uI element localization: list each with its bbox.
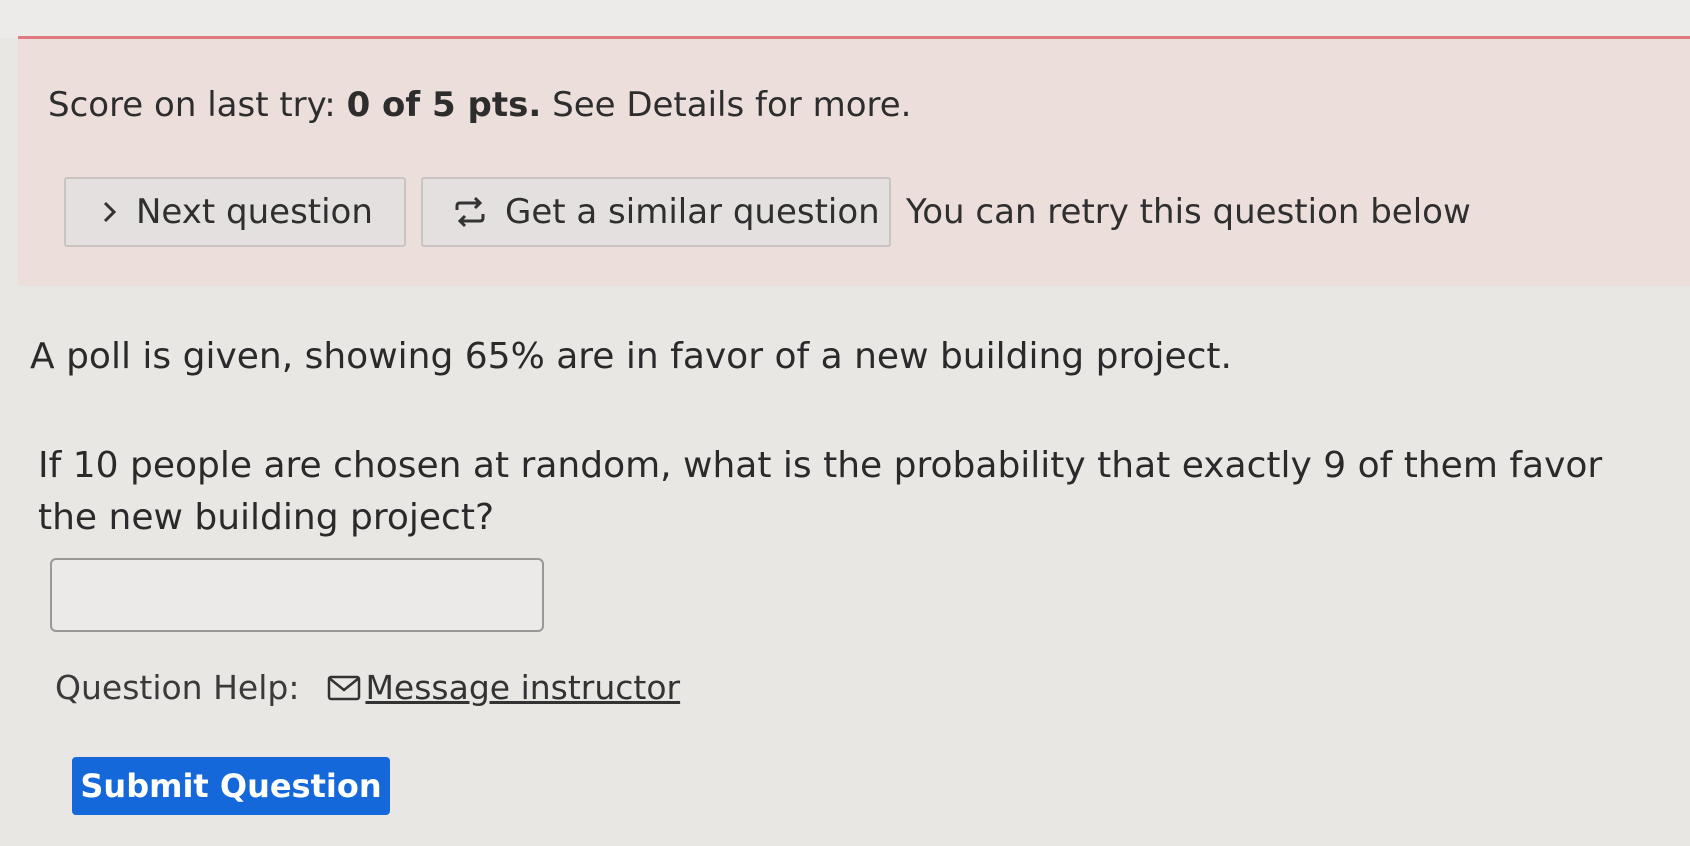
question-prompt: If 10 people are chosen at random, what … xyxy=(38,445,1603,538)
top-strip xyxy=(0,0,1690,38)
submit-question-button[interactable]: Submit Question xyxy=(72,757,390,815)
score-value: 0 of 5 pts. xyxy=(346,85,542,125)
repeat-icon xyxy=(453,195,487,229)
answer-input[interactable] xyxy=(50,558,544,632)
message-instructor-link[interactable]: Message instructor xyxy=(327,668,680,707)
question-intro: A poll is given, showing 65% are in favo… xyxy=(30,336,1232,377)
question-help-label: Question Help: xyxy=(55,668,300,707)
chevron-right-icon xyxy=(102,201,118,223)
similar-question-button[interactable]: Get a similar question xyxy=(421,177,891,247)
score-summary: Score on last try: 0 of 5 pts. See Detai… xyxy=(48,85,911,125)
score-prefix: Score on last try: xyxy=(48,85,336,125)
next-question-button[interactable]: Next question xyxy=(64,177,406,247)
question-help: Question Help: Message instructor xyxy=(55,668,680,707)
score-suffix: See Details for more. xyxy=(552,85,912,125)
message-instructor-label: Message instructor xyxy=(365,668,681,707)
retry-message: You can retry this question below xyxy=(906,192,1471,232)
next-question-label: Next question xyxy=(136,192,373,232)
similar-question-label: Get a similar question xyxy=(505,192,880,232)
envelope-icon xyxy=(327,675,361,701)
score-banner: Score on last try: 0 of 5 pts. See Detai… xyxy=(18,36,1690,286)
